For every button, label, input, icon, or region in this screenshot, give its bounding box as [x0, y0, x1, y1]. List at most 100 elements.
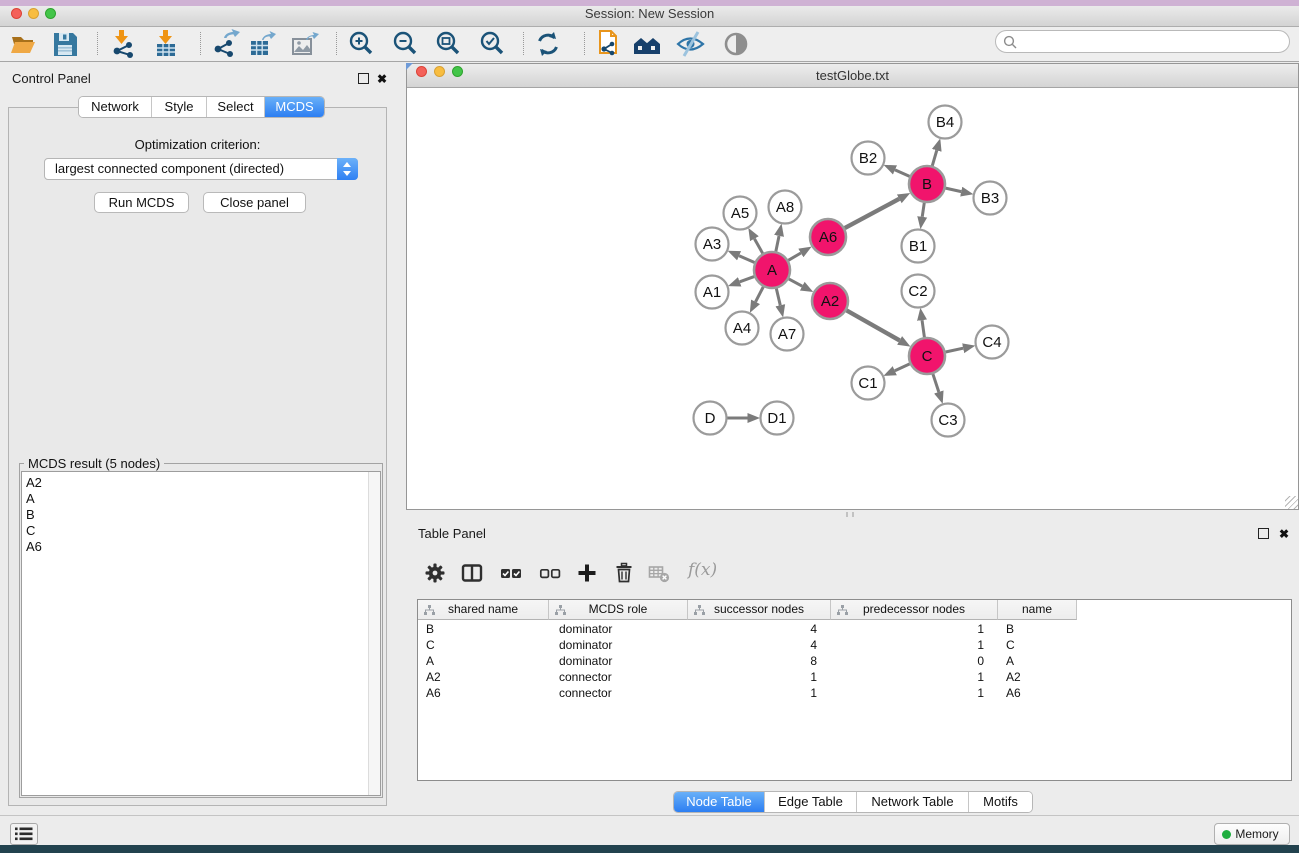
delete-icon[interactable]	[613, 562, 635, 584]
edge-C-C2[interactable]	[922, 320, 924, 337]
node-B4[interactable]: B4	[929, 106, 962, 139]
node-B[interactable]: B	[909, 166, 945, 202]
column-header-name[interactable]: name	[998, 600, 1077, 620]
deselect-all-icon[interactable]	[539, 562, 561, 584]
close-window-button[interactable]	[11, 8, 22, 19]
hide-panel-icon[interactable]	[675, 29, 705, 59]
node-C3[interactable]: C3	[932, 404, 965, 437]
edge-C-C1[interactable]	[895, 364, 910, 371]
column-header-MCDS-role[interactable]: MCDS role	[549, 600, 688, 620]
table-row[interactable]: A2connector11A2	[418, 669, 1293, 685]
network-window-titlebar[interactable]: testGlobe.txt	[407, 64, 1298, 88]
tab-select[interactable]: Select	[207, 97, 265, 117]
node-A7[interactable]: A7	[771, 318, 804, 351]
node-C4[interactable]: C4	[976, 326, 1009, 359]
zoom-out-icon[interactable]	[390, 29, 420, 59]
node-B1[interactable]: B1	[902, 230, 935, 263]
edge-A-A8[interactable]	[776, 236, 779, 252]
open-folder-icon[interactable]	[8, 29, 38, 59]
delete-table-icon[interactable]	[648, 562, 670, 584]
column-header-shared-name[interactable]: shared name	[418, 600, 549, 620]
edge-A-A2[interactable]	[789, 279, 802, 286]
result-item[interactable]: A2	[22, 475, 380, 491]
edge-A-A4[interactable]	[756, 287, 764, 302]
select-all-icon[interactable]	[500, 562, 522, 584]
network-close-button[interactable]	[416, 66, 427, 77]
control-panel-float-icon[interactable]	[358, 73, 369, 84]
zoom-window-button[interactable]	[45, 8, 56, 19]
node-A5[interactable]: A5	[724, 197, 757, 230]
node-A6[interactable]: A6	[810, 219, 846, 255]
table-panel-close-icon[interactable]: ✖	[1279, 528, 1289, 540]
node-B2[interactable]: B2	[852, 142, 885, 175]
tab-style[interactable]: Style	[152, 97, 207, 117]
task-history-button[interactable]	[10, 823, 38, 845]
edge-A-A5[interactable]	[754, 239, 762, 254]
node-A3[interactable]: A3	[696, 228, 729, 261]
result-item[interactable]: A6	[22, 539, 380, 555]
tab-mcds[interactable]: MCDS	[265, 97, 324, 117]
node-A2[interactable]: A2	[812, 283, 848, 319]
column-header-predecessor-nodes[interactable]: predecessor nodes	[831, 600, 998, 620]
result-scrollbar[interactable]	[368, 472, 380, 795]
edge-B-B3[interactable]	[946, 188, 962, 191]
result-item[interactable]: A	[22, 491, 380, 507]
export-image-icon[interactable]	[290, 29, 320, 59]
contrast-icon[interactable]	[721, 29, 751, 59]
result-item[interactable]: C	[22, 523, 380, 539]
columns-icon[interactable]	[461, 562, 483, 584]
node-A[interactable]: A	[754, 252, 790, 288]
edge-A-A6[interactable]	[788, 253, 800, 260]
edge-B-B1[interactable]	[922, 203, 924, 217]
edge-C-C4[interactable]	[946, 348, 964, 352]
refresh-icon[interactable]	[533, 29, 563, 59]
tab-node-table[interactable]: Node Table	[674, 792, 765, 812]
edge-B-B2[interactable]	[895, 170, 910, 176]
node-A1[interactable]: A1	[696, 276, 729, 309]
zoom-in-icon[interactable]	[346, 29, 376, 59]
table-row[interactable]: A6connector11A6	[418, 685, 1293, 701]
zoom-fit-icon[interactable]	[433, 29, 463, 59]
table-row[interactable]: Bdominator41B	[418, 621, 1293, 637]
import-network-icon[interactable]	[108, 29, 138, 59]
export-network-icon[interactable]	[211, 29, 241, 59]
edge-A-A1[interactable]	[740, 277, 754, 282]
zoom-selected-icon[interactable]	[477, 29, 507, 59]
node-B3[interactable]: B3	[974, 182, 1007, 215]
column-header-successor-nodes[interactable]: successor nodes	[688, 600, 831, 620]
tab-edge-table[interactable]: Edge Table	[765, 792, 857, 812]
split-handle[interactable]	[846, 512, 854, 517]
edge-A-A3[interactable]	[739, 256, 754, 263]
network-from-clipboard-icon[interactable]	[592, 29, 622, 59]
tab-network-table[interactable]: Network Table	[857, 792, 969, 812]
edge-A-A7[interactable]	[776, 288, 780, 305]
close-panel-button[interactable]: Close panel	[203, 192, 306, 213]
add-icon[interactable]	[576, 562, 598, 584]
edge-C-C3[interactable]	[933, 374, 939, 392]
search-input[interactable]	[995, 30, 1290, 53]
edge-A6-B[interactable]	[845, 199, 899, 228]
edge-A2-C[interactable]	[847, 310, 900, 340]
save-icon[interactable]	[50, 29, 80, 59]
import-table-icon[interactable]	[152, 29, 182, 59]
node-C[interactable]: C	[909, 338, 945, 374]
control-panel-close-icon[interactable]: ✖	[377, 73, 387, 85]
node-A4[interactable]: A4	[726, 312, 759, 345]
network-canvas[interactable]: B4B2BB3A5A8A6B1A3AC2A1A2A4A7C4CC1C3DD1	[407, 88, 1298, 509]
node-D[interactable]: D	[694, 402, 727, 435]
home-icon[interactable]	[632, 29, 662, 59]
gear-icon[interactable]	[424, 562, 446, 584]
table-row[interactable]: Cdominator41C	[418, 637, 1293, 653]
dropdown-stepper-icon[interactable]	[337, 158, 358, 180]
criterion-dropdown[interactable]: largest connected component (directed)	[44, 158, 358, 180]
resize-grip[interactable]	[1285, 496, 1298, 509]
network-zoom-button[interactable]	[452, 66, 463, 77]
mcds-result-list[interactable]: A2ABCA6	[21, 471, 381, 796]
network-minimize-button[interactable]	[434, 66, 445, 77]
result-item[interactable]: B	[22, 507, 380, 523]
tab-motifs[interactable]: Motifs	[969, 792, 1032, 812]
memory-button[interactable]: Memory	[1214, 823, 1290, 845]
node-C1[interactable]: C1	[852, 367, 885, 400]
node-C2[interactable]: C2	[902, 275, 935, 308]
table-panel-float-icon[interactable]	[1258, 528, 1269, 539]
